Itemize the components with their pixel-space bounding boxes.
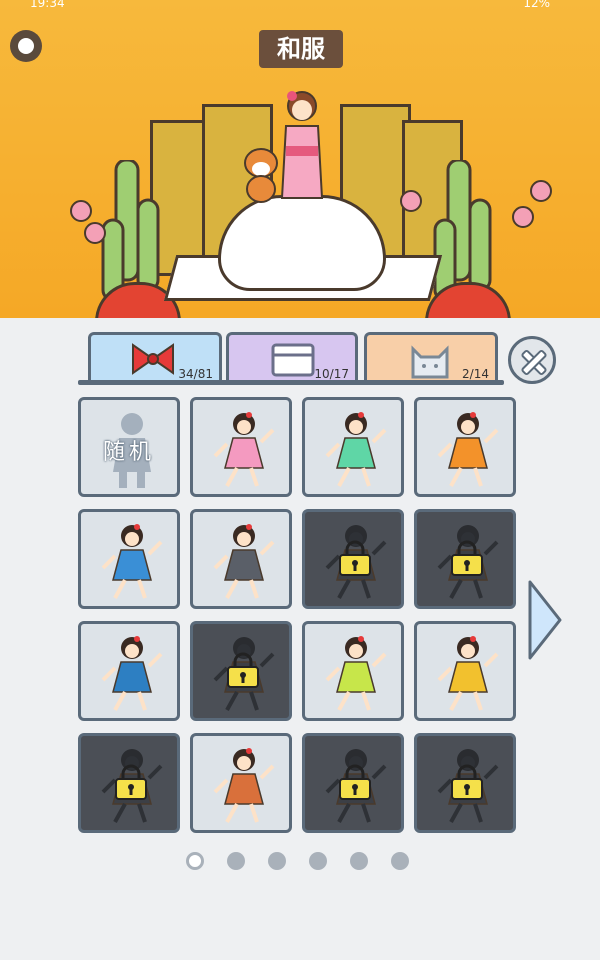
locked-outfit-slot[interactable]: [414, 509, 516, 609]
outfit-grid: 随机: [78, 397, 518, 833]
outfit-slot[interactable]: [190, 397, 292, 497]
cat-icon: [411, 345, 449, 379]
outfit-slot[interactable]: [190, 733, 292, 833]
locked-outfit-slot[interactable]: [414, 733, 516, 833]
lock-icon: [339, 764, 371, 800]
category-tabs: 34/81 10/17 2/14: [78, 332, 504, 385]
tab-count: 2/14: [462, 367, 489, 381]
outfit-slot[interactable]: [302, 397, 404, 497]
locked-outfit-slot[interactable]: [302, 509, 404, 609]
lock-icon: [451, 540, 483, 576]
close-button[interactable]: [508, 336, 556, 384]
outfit-slot[interactable]: [78, 621, 180, 721]
shiba-dog: [244, 148, 278, 203]
page-dot[interactable]: [350, 852, 368, 870]
bow-icon: [132, 343, 174, 375]
plum-blossom: [512, 206, 534, 228]
random-outfit-slot[interactable]: 随机: [78, 397, 180, 497]
outfit-slot[interactable]: [302, 621, 404, 721]
plum-blossom: [530, 180, 552, 202]
scene-background: 19:34 12% 和服: [0, 0, 600, 318]
tab-cat[interactable]: 2/14: [364, 332, 498, 385]
character-figure: [101, 636, 163, 711]
character-figure: [213, 412, 275, 487]
character-figure: [325, 636, 387, 711]
page-dot[interactable]: [227, 852, 245, 870]
locked-outfit-slot[interactable]: [302, 733, 404, 833]
status-time: 19:34: [30, 0, 65, 10]
outfit-slot[interactable]: [78, 509, 180, 609]
page-dot-active[interactable]: [186, 852, 204, 870]
character-figure: [325, 412, 387, 487]
box-icon: [271, 343, 315, 377]
outfit-slot[interactable]: [190, 509, 292, 609]
page-indicator: [186, 852, 416, 872]
status-battery: 12%: [523, 0, 550, 10]
plum-blossom: [400, 190, 422, 212]
character-figure: [213, 748, 275, 823]
locked-outfit-slot[interactable]: [78, 733, 180, 833]
menu-button[interactable]: [10, 30, 42, 62]
character-figure: [213, 524, 275, 599]
mochi-stage: [218, 195, 386, 291]
lock-icon: [115, 764, 147, 800]
random-label: 随机: [102, 440, 155, 465]
page-dot[interactable]: [268, 852, 286, 870]
plum-blossom: [84, 222, 106, 244]
character-figure: [437, 636, 499, 711]
page-dot[interactable]: [309, 852, 327, 870]
status-bar: 19:34 12%: [0, 0, 600, 14]
tab-count: 10/17: [314, 367, 349, 381]
character-figure: [437, 412, 499, 487]
locked-outfit-slot[interactable]: [190, 621, 292, 721]
character-figure: [101, 524, 163, 599]
tab-box[interactable]: 10/17: [226, 332, 358, 385]
outfit-slot[interactable]: [414, 621, 516, 721]
page-dot[interactable]: [391, 852, 409, 870]
plum-blossom: [70, 200, 92, 222]
tab-count: 34/81: [178, 367, 213, 381]
tab-bow[interactable]: 34/81: [88, 332, 222, 385]
lock-icon: [339, 540, 371, 576]
lock-icon: [227, 652, 259, 688]
lock-icon: [451, 764, 483, 800]
page-title: 和服: [259, 30, 343, 68]
outfit-slot[interactable]: [414, 397, 516, 497]
next-page-arrow[interactable]: [526, 578, 564, 662]
tab-underline: [78, 380, 504, 385]
